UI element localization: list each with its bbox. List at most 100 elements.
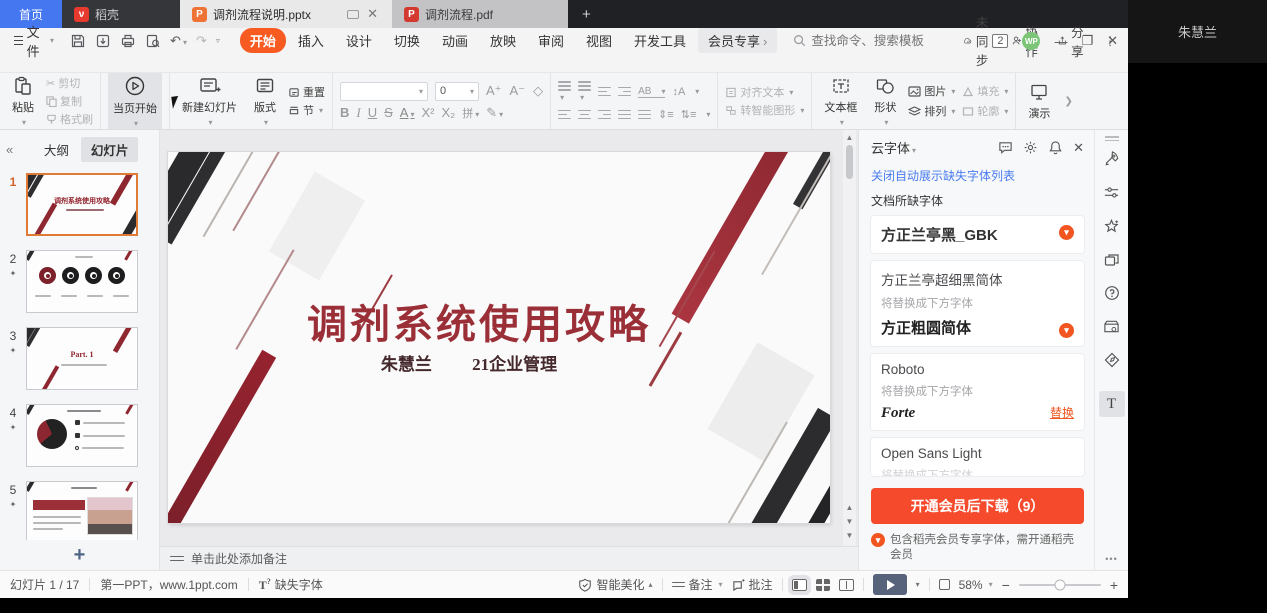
font-size-combo[interactable]: 0: [435, 82, 479, 101]
properties-icon[interactable]: [1103, 185, 1120, 200]
menu-tab-design[interactable]: 设计: [336, 28, 382, 53]
menu-tab-animation[interactable]: 动画: [432, 28, 478, 53]
missing-font-status[interactable]: T? 缺失字体: [259, 576, 323, 593]
command-search[interactable]: [793, 34, 961, 48]
font-card[interactable]: 方正兰亭超细黑简体 将替换成下方字体 方正粗圆简体 ▾: [871, 261, 1084, 346]
strike-button[interactable]: S: [384, 105, 393, 120]
bullets-icon[interactable]: [558, 81, 571, 102]
reading-view-button[interactable]: [839, 579, 854, 591]
smart-graphic-button[interactable]: 转智能图形: [725, 102, 804, 118]
distribute-icon[interactable]: [638, 110, 651, 120]
play-from-current-button[interactable]: 当页开始: [108, 72, 162, 130]
zoom-slider-thumb[interactable]: [1054, 579, 1065, 590]
docer-download-badge[interactable]: ▾: [1059, 225, 1074, 240]
current-slide[interactable]: 调剂系统使用攻略 朱慧兰 21企业管理: [168, 152, 830, 523]
justify-icon[interactable]: [618, 110, 631, 120]
canvas-scrollbar[interactable]: ▲ ▲ ▼ ▼: [843, 130, 856, 546]
notes-bar[interactable]: 单击此处添加备注: [160, 546, 858, 570]
paste-button[interactable]: 粘贴: [7, 73, 39, 130]
vip-download-button[interactable]: 开通会员后下载（9）: [871, 488, 1084, 524]
close-button[interactable]: ✕: [1107, 33, 1118, 49]
bell-icon[interactable]: [1048, 140, 1063, 155]
export-icon[interactable]: [95, 33, 111, 49]
tab-slides[interactable]: 幻灯片: [81, 137, 139, 162]
zoom-in-button[interactable]: +: [1110, 577, 1118, 593]
scroll-down-icon[interactable]: ▼: [846, 531, 854, 540]
duplicate-window-icon[interactable]: [1104, 253, 1120, 267]
quick-tools-icon[interactable]: [1103, 150, 1120, 167]
highlight-button[interactable]: ✎: [486, 105, 503, 121]
restore-button[interactable]: ❐: [1081, 33, 1093, 49]
subscript-button[interactable]: X₂: [441, 105, 455, 120]
phonetic-guide-button[interactable]: 拼: [462, 105, 479, 121]
navigation-icon[interactable]: [1104, 352, 1120, 368]
section-button[interactable]: 节: [288, 102, 325, 118]
clear-format-icon[interactable]: ◇: [533, 83, 543, 99]
font-color-button[interactable]: A: [400, 105, 415, 120]
font-card[interactable]: Open Sans Light 将替换成下方字体: [871, 438, 1084, 476]
prev-slide-icon[interactable]: ▲: [846, 503, 854, 512]
menu-tab-slideshow[interactable]: 放映: [480, 28, 526, 53]
font-card[interactable]: Roboto 将替换成下方字体 Forte 替换: [871, 354, 1084, 430]
new-slide-button[interactable]: 新建幻灯片: [177, 73, 242, 130]
zoom-level[interactable]: 58%: [959, 578, 993, 592]
panel-title[interactable]: 云字体: [871, 138, 916, 157]
layout-button[interactable]: 版式: [249, 73, 281, 130]
docer-mall-icon[interactable]: [1103, 319, 1120, 334]
save-icon[interactable]: [70, 33, 86, 49]
copy-button[interactable]: 复制: [46, 93, 93, 109]
decrease-indent-icon[interactable]: [598, 87, 611, 97]
superscript-button[interactable]: X²: [421, 105, 434, 120]
slide-subtitle[interactable]: 朱慧兰 21企业管理: [168, 350, 770, 375]
bold-button[interactable]: B: [340, 105, 349, 120]
menu-tab-vip[interactable]: 会员专享: [698, 28, 777, 53]
slide-thumbnail-5[interactable]: [26, 481, 138, 540]
cloud-fonts-tool-active[interactable]: T: [1099, 391, 1125, 417]
menu-tab-devtools[interactable]: 开发工具: [624, 28, 696, 53]
increase-indent-icon[interactable]: [618, 87, 631, 97]
slideshow-play-button[interactable]: [873, 574, 907, 595]
outline-button[interactable]: 轮廓: [962, 103, 1008, 119]
quick-access-expand-icon[interactable]: ▿: [216, 36, 220, 45]
user-avatar[interactable]: WP: [1022, 32, 1040, 50]
zoom-out-button[interactable]: −: [1002, 577, 1010, 593]
arrange-button[interactable]: 排列: [908, 103, 955, 119]
menu-tab-insert[interactable]: 插入: [288, 28, 334, 53]
undo-icon[interactable]: ↶: [170, 33, 187, 49]
notes-toggle-button[interactable]: 备注: [672, 576, 723, 593]
replace-font-link[interactable]: 替换: [1050, 404, 1074, 421]
collapse-sidebar-icon[interactable]: «: [6, 142, 13, 157]
cut-button[interactable]: ✂剪切: [46, 75, 93, 91]
slide-thumbnail-1[interactable]: 调剂系统使用攻略: [26, 173, 138, 236]
slide-thumbnail-2[interactable]: [26, 250, 138, 313]
menu-tab-view[interactable]: 视图: [576, 28, 622, 53]
font-card[interactable]: 方正兰亭黑_GBK ▾: [871, 216, 1084, 253]
add-slide-button[interactable]: +: [0, 540, 159, 570]
slide-canvas[interactable]: 调剂系统使用攻略 朱慧兰 21企业管理 ▲ ▲ ▼ ▼: [160, 130, 858, 546]
text-direction-button[interactable]: AB: [638, 86, 665, 98]
close-panel-icon[interactable]: ✕: [1073, 140, 1084, 156]
zoom-slider[interactable]: [1019, 584, 1101, 586]
slide-thumbnail-3[interactable]: Part. 1: [26, 327, 138, 390]
feedback-icon[interactable]: [998, 140, 1013, 155]
docer-download-badge[interactable]: ▾: [1059, 323, 1074, 338]
slide-title[interactable]: 调剂系统使用攻略: [168, 292, 790, 350]
comments-button[interactable]: 批注: [732, 576, 773, 593]
ribbon-overflow-icon[interactable]: ❯: [1062, 96, 1074, 107]
play-options-caret[interactable]: ▾: [916, 580, 920, 589]
underline-button[interactable]: U: [368, 105, 377, 120]
numbering-icon[interactable]: [578, 81, 591, 102]
slide-sorter-view-button[interactable]: [816, 579, 830, 591]
print-icon[interactable]: [120, 33, 136, 49]
paragraph-spacing-icon[interactable]: ⇅≡: [681, 108, 711, 121]
normal-view-button[interactable]: [792, 579, 807, 591]
scrollbar-thumb[interactable]: [846, 145, 853, 179]
present-button[interactable]: 演示: [1023, 79, 1055, 124]
print-preview-icon[interactable]: [145, 33, 161, 49]
fill-button[interactable]: 填充: [962, 83, 1008, 99]
align-text-button[interactable]: 对齐文本: [725, 84, 804, 100]
sort-text-button[interactable]: ↕A: [672, 86, 699, 98]
gear-icon[interactable]: [1023, 140, 1038, 155]
align-center-icon[interactable]: [578, 110, 591, 120]
format-painter-button[interactable]: 格式刷: [46, 111, 93, 127]
